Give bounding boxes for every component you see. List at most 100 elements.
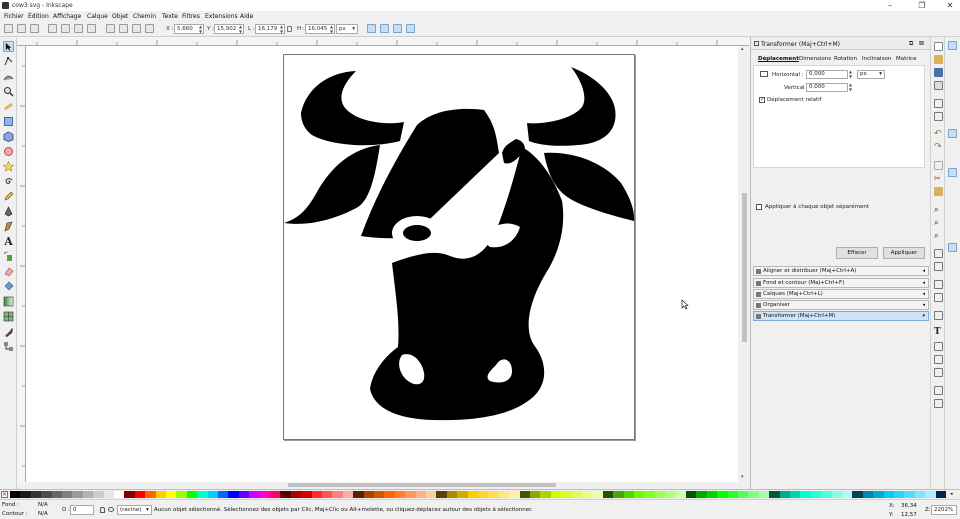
rect-icon[interactable] xyxy=(3,116,14,127)
color-swatch[interactable] xyxy=(467,491,479,498)
menu-object[interactable]: Objet xyxy=(112,13,128,20)
select-all-layers-icon[interactable] xyxy=(17,24,26,33)
maximize-button[interactable]: ❐ xyxy=(912,0,932,11)
snap-centers-icon[interactable] xyxy=(948,199,957,208)
color-swatch[interactable] xyxy=(842,491,853,498)
move-gradients-icon[interactable] xyxy=(393,24,402,33)
color-swatch[interactable] xyxy=(665,491,677,498)
vertical-input[interactable]: 0,000 xyxy=(806,83,848,92)
group-icon[interactable] xyxy=(934,280,943,289)
color-swatch[interactable] xyxy=(644,491,656,498)
color-swatch[interactable] xyxy=(446,491,458,498)
text-icon[interactable]: A xyxy=(3,236,14,247)
color-swatch[interactable] xyxy=(509,491,521,498)
color-swatch[interactable] xyxy=(394,491,406,498)
tab-matrix[interactable]: Matrice xyxy=(896,56,916,62)
star-icon[interactable] xyxy=(2,160,15,172)
snap-bbox-midpoint-icon[interactable] xyxy=(948,98,957,107)
no-paint-swatch[interactable]: × xyxy=(1,491,8,498)
clear-button[interactable]: Effacer xyxy=(836,247,878,259)
raise-icon[interactable] xyxy=(119,24,128,33)
snap-page-border-icon[interactable] xyxy=(948,230,957,239)
duplicate-icon[interactable] xyxy=(934,249,943,258)
mesh-icon[interactable] xyxy=(3,311,14,322)
snap-cusp-icon[interactable] xyxy=(948,155,957,164)
snap-bbox-corner-icon[interactable] xyxy=(948,85,957,94)
color-swatch[interactable] xyxy=(769,491,781,498)
visibility-icon[interactable] xyxy=(108,507,114,512)
paste-icon[interactable] xyxy=(934,187,943,196)
lock-layer-icon[interactable] xyxy=(100,507,105,513)
scroll-up-icon[interactable]: ▴ xyxy=(741,46,744,52)
selector-icon[interactable] xyxy=(3,41,14,52)
import-icon[interactable] xyxy=(934,99,943,108)
deselect-icon[interactable] xyxy=(30,24,39,33)
color-swatch[interactable] xyxy=(706,491,718,498)
panel-arrange[interactable]: Organiser ◂ xyxy=(753,300,929,310)
drawing-canvas[interactable] xyxy=(26,46,738,482)
zoom-input[interactable]: 2202% xyxy=(931,505,957,515)
text-dialog-icon[interactable]: T xyxy=(934,328,943,337)
color-swatch[interactable] xyxy=(779,491,791,498)
color-swatch[interactable] xyxy=(675,491,687,498)
ellipse-icon[interactable] xyxy=(3,146,14,157)
scroll-down-icon[interactable]: ▾ xyxy=(741,474,744,480)
color-swatch[interactable] xyxy=(436,491,448,498)
document-properties-icon[interactable] xyxy=(934,399,943,408)
snap-bbox-icon[interactable] xyxy=(948,59,957,68)
panel-fill-stroke[interactable]: Fond et contour (Maj+Ctrl+F) ◂ xyxy=(753,278,929,288)
menu-file[interactable]: Fichier xyxy=(4,13,24,20)
color-swatch[interactable] xyxy=(280,491,292,498)
select-all-icon[interactable] xyxy=(4,24,13,33)
tab-rotate[interactable]: Rotation xyxy=(834,56,857,62)
cut-icon[interactable]: ✂ xyxy=(934,174,943,183)
vertical-ruler[interactable] xyxy=(17,46,26,482)
minimize-button[interactable]: – xyxy=(880,0,900,11)
color-swatch[interactable] xyxy=(134,491,146,498)
zoom-selection-icon[interactable]: ⌕ xyxy=(934,205,943,214)
color-swatch[interactable] xyxy=(540,491,552,498)
tab-move[interactable]: Déplacement xyxy=(758,56,799,62)
color-swatch[interactable] xyxy=(41,491,53,498)
horizontal-scroll-thumb[interactable] xyxy=(288,483,556,487)
color-swatch[interactable] xyxy=(290,491,302,498)
color-swatch[interactable] xyxy=(30,491,42,498)
dropper-icon[interactable] xyxy=(3,326,14,337)
pen-icon[interactable] xyxy=(3,206,14,217)
apply-button[interactable]: Appliquer xyxy=(883,247,925,259)
color-swatch[interactable] xyxy=(738,491,749,498)
zoom-page-icon[interactable]: ⌕ xyxy=(934,231,943,240)
color-swatch[interactable] xyxy=(82,491,94,498)
lower-to-bottom-icon[interactable] xyxy=(145,24,154,33)
color-swatch[interactable] xyxy=(353,491,365,498)
export-icon[interactable] xyxy=(934,112,943,121)
color-swatch[interactable] xyxy=(810,491,822,498)
unit-select[interactable]: px ▾ xyxy=(336,24,358,34)
color-swatch[interactable] xyxy=(259,491,271,498)
color-swatch[interactable] xyxy=(634,491,645,498)
redo-icon[interactable]: ↷ xyxy=(934,143,943,152)
scale-stroke-icon[interactable] xyxy=(367,24,376,33)
lock-icon[interactable] xyxy=(287,26,292,32)
color-swatch[interactable] xyxy=(592,491,604,498)
color-swatch[interactable] xyxy=(145,491,157,498)
node-icon[interactable] xyxy=(3,56,14,67)
color-swatch[interactable] xyxy=(613,491,625,498)
color-swatch[interactable] xyxy=(51,491,63,498)
scale-corners-icon[interactable] xyxy=(380,24,389,33)
color-swatch[interactable] xyxy=(155,491,167,498)
lower-icon[interactable] xyxy=(132,24,141,33)
color-swatch[interactable] xyxy=(925,491,937,498)
color-swatch[interactable] xyxy=(10,491,21,498)
pencil-icon[interactable] xyxy=(3,191,14,202)
spray-icon[interactable] xyxy=(3,251,14,262)
y-spinner[interactable]: ▲ ▼ xyxy=(238,24,243,34)
box3d-icon[interactable] xyxy=(3,131,14,143)
snap-guide-icon[interactable] xyxy=(948,256,957,265)
clone-icon[interactable] xyxy=(934,262,943,271)
snap-midpoints-icon[interactable] xyxy=(948,186,957,195)
panel-float-icon[interactable]: ⧉ xyxy=(909,40,913,48)
rotate-ccw-icon[interactable] xyxy=(48,24,57,33)
x-spinner[interactable]: ▲ ▼ xyxy=(198,24,203,34)
panel-align-distribute[interactable]: Aligner et distribuer (Maj+Ctrl+A) ◂ xyxy=(753,266,929,276)
